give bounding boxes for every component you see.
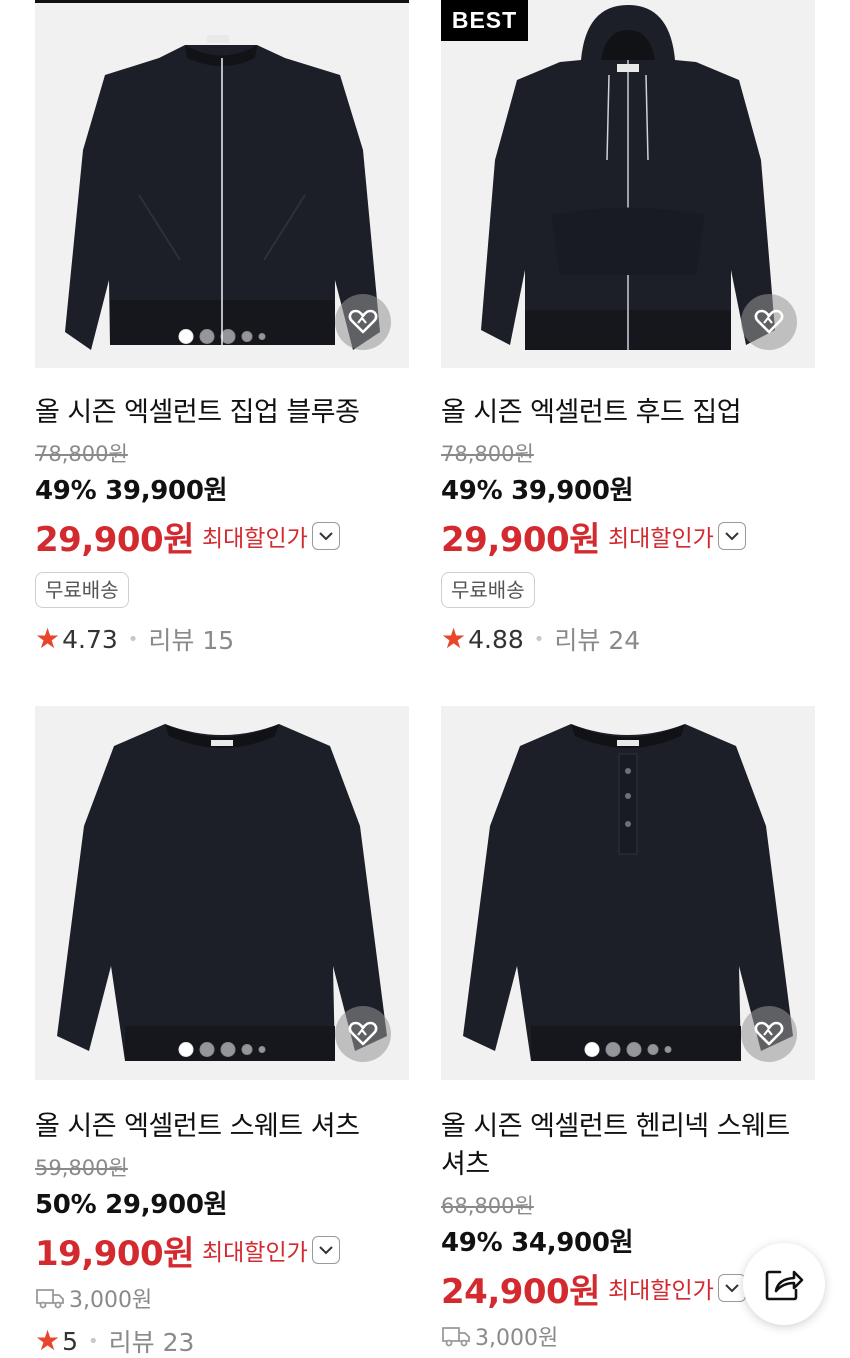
max-discount-label: 최대할인가 (607, 526, 714, 552)
carousel-dot[interactable] (584, 1042, 600, 1057)
max-discount-price: 24,900원 (441, 1271, 600, 1312)
separator-dot: • (88, 1330, 99, 1352)
separator-dot: • (533, 628, 545, 650)
carousel-dot[interactable] (199, 329, 215, 344)
rating-score: 4.88 (468, 624, 524, 654)
chevron-down-icon[interactable] (311, 522, 340, 550)
carousel-dots[interactable] (584, 1042, 672, 1057)
max-discount-row[interactable]: 29,900원 최대할인가 (35, 514, 409, 560)
separator-dot: • (127, 628, 139, 650)
rating-score: 4.73 (62, 624, 118, 654)
carousel-dot[interactable] (241, 331, 253, 342)
product-title[interactable]: 올 시즌 엑셀런트 헨리넥 스웨트 셔츠 (441, 1108, 811, 1184)
carousel-dot[interactable] (220, 1042, 236, 1057)
heart-icon (348, 309, 378, 334)
max-discount-row[interactable]: 19,900원 최대할인가 (35, 1228, 409, 1274)
product-image[interactable] (35, 0, 409, 368)
review-count[interactable]: 리뷰 23 (109, 1323, 195, 1358)
chevron-down-icon[interactable] (717, 1274, 746, 1302)
original-price: 59,800원 (35, 1156, 128, 1180)
product-card[interactable]: 올 시즌 엑셀런트 스웨트 셔츠 59,800원 50% 29,900원 19,… (35, 706, 409, 1358)
shipping-fee-value: 3,000원 (69, 1288, 153, 1313)
heart-icon (348, 1021, 378, 1046)
max-discount-price: 29,900원 (35, 519, 194, 560)
discount-price-row: 49% 39,900원 (35, 474, 409, 508)
free-shipping-tag: 무료배송 (35, 572, 129, 608)
rating-score: 5 (62, 1326, 79, 1356)
share-button[interactable] (743, 1243, 825, 1325)
max-discount-price: 29,900원 (441, 519, 600, 560)
heart-icon (754, 1021, 784, 1046)
discount-rate: 49% (441, 476, 503, 506)
product-title[interactable]: 올 시즌 엑셀런트 집업 블루종 (35, 394, 409, 432)
carousel-dot[interactable] (220, 329, 236, 344)
rating-row: ★ 5 • 리뷰 23 (35, 1324, 409, 1358)
sale-price: 34,900원 (511, 1228, 634, 1258)
review-count[interactable]: 리뷰 24 (554, 621, 640, 657)
carousel-dot[interactable] (241, 1044, 253, 1055)
product-card[interactable]: BEST 올 시즌 엑셀런트 후드 집업 78,800원 49% 39,900원… (441, 0, 815, 656)
original-price: 78,800원 (441, 442, 534, 466)
max-discount-label: 최대할인가 (201, 1240, 308, 1266)
product-image[interactable]: BEST (441, 0, 815, 368)
carousel-dot[interactable] (199, 1042, 215, 1057)
free-shipping-tag: 무료배송 (441, 572, 535, 608)
max-discount-label: 최대할인가 (607, 1278, 714, 1304)
carousel-dot[interactable] (178, 329, 194, 344)
carousel-dot[interactable] (178, 1042, 194, 1057)
star-icon: ★ (35, 1324, 61, 1357)
max-discount-label: 최대할인가 (201, 526, 308, 552)
max-discount-price: 19,900원 (35, 1233, 194, 1274)
carousel-dots[interactable] (178, 1042, 266, 1057)
share-icon (765, 1270, 804, 1301)
product-title[interactable]: 올 시즌 엑셀런트 후드 집업 (441, 394, 815, 432)
sale-price: 39,900원 (511, 476, 634, 506)
wishlist-button[interactable] (741, 294, 797, 350)
carousel-dots[interactable] (178, 329, 266, 344)
rating-row: ★ 4.73 • 리뷰 15 (35, 622, 409, 656)
wishlist-button[interactable] (335, 1006, 391, 1062)
carousel-dot[interactable] (258, 333, 266, 340)
shipping-fee-value: 3,000원 (475, 1326, 559, 1351)
wishlist-button[interactable] (741, 1006, 797, 1062)
product-title[interactable]: 올 시즌 엑셀런트 스웨트 셔츠 (35, 1108, 409, 1146)
best-badge: BEST (441, 0, 528, 41)
carousel-dot[interactable] (605, 1042, 621, 1057)
discount-price-row: 50% 29,900원 (35, 1188, 409, 1222)
wishlist-button[interactable] (335, 294, 391, 350)
star-icon: ★ (441, 622, 467, 655)
max-discount-row[interactable]: 29,900원 최대할인가 (441, 514, 815, 560)
rating-row: ★ 4.88 • 리뷰 24 (441, 622, 815, 656)
carousel-dot[interactable] (647, 1044, 659, 1055)
truck-icon (36, 1289, 64, 1309)
discount-rate: 50% (35, 1190, 97, 1220)
carousel-dot[interactable] (258, 1046, 266, 1053)
sale-price: 39,900원 (105, 476, 228, 506)
chevron-down-icon[interactable] (311, 1236, 340, 1264)
sale-price: 29,900원 (105, 1190, 228, 1220)
review-count[interactable]: 리뷰 15 (148, 621, 234, 657)
carousel-dot[interactable] (626, 1042, 642, 1057)
product-image[interactable] (441, 706, 815, 1080)
product-image[interactable] (35, 706, 409, 1080)
product-card[interactable]: 올 시즌 엑셀런트 집업 블루종 78,800원 49% 39,900원 29,… (35, 0, 409, 656)
shipping-fee: 3,000원 (35, 1282, 409, 1314)
shipping-fee: 3,000원 (441, 1320, 815, 1352)
discount-price-row: 49% 39,900원 (441, 474, 815, 508)
discount-rate: 49% (441, 1228, 503, 1258)
heart-icon (754, 309, 784, 334)
original-price: 68,800원 (441, 1194, 534, 1218)
chevron-down-icon[interactable] (717, 522, 746, 550)
star-icon: ★ (35, 622, 61, 655)
truck-icon (442, 1327, 470, 1347)
original-price: 78,800원 (35, 442, 128, 466)
discount-rate: 49% (35, 476, 97, 506)
carousel-dot[interactable] (664, 1046, 672, 1053)
